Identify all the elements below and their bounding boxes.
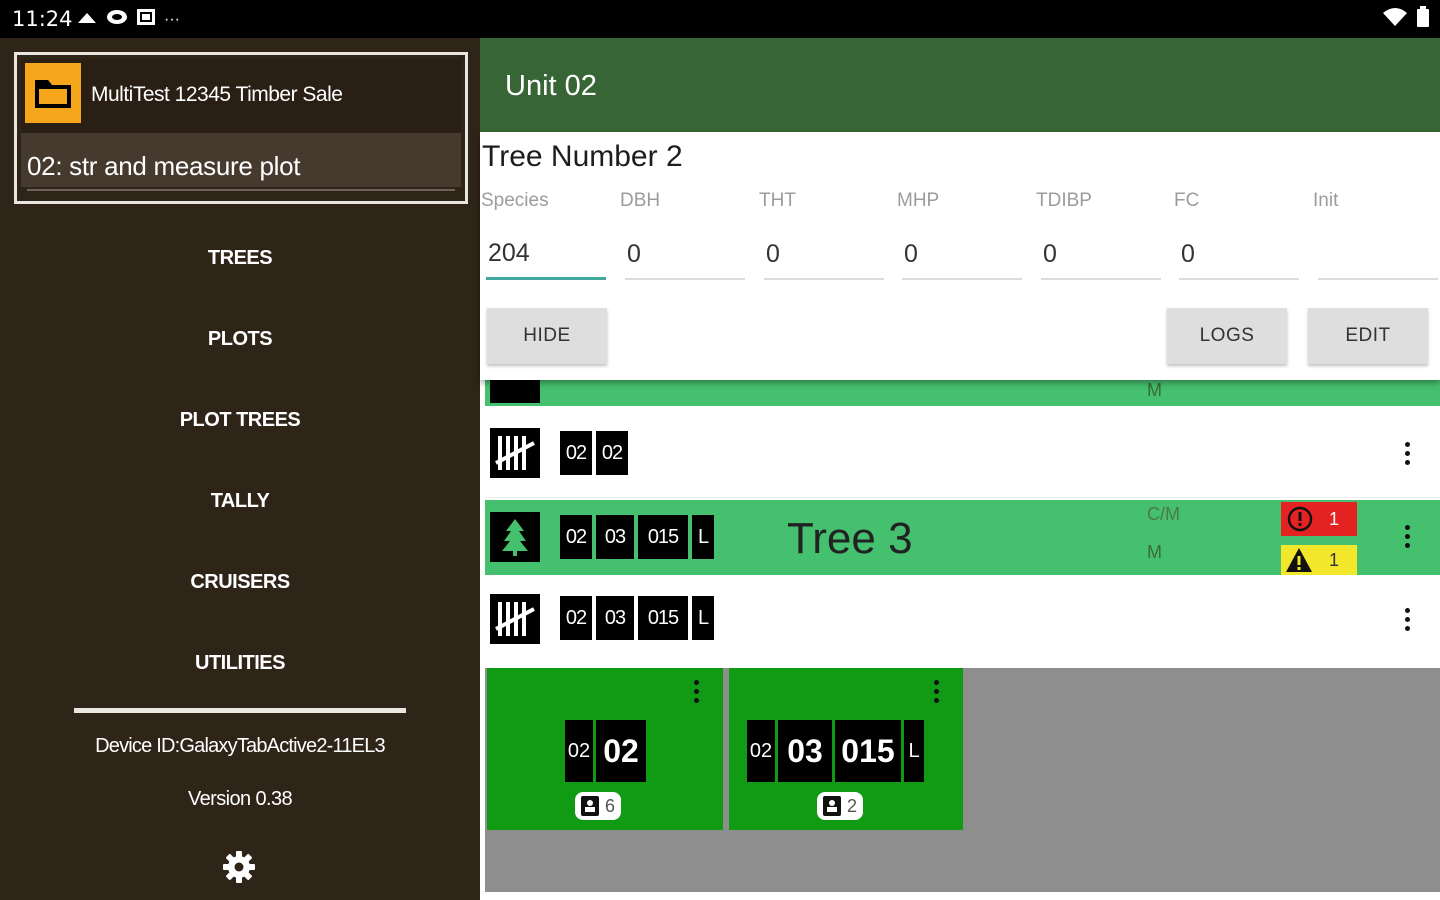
edit-button[interactable]: EDIT [1308,308,1428,364]
tdibp-field[interactable] [1041,230,1161,280]
status-time: 11:24 [12,7,73,31]
nav-plot-trees[interactable]: PLOT TREES [0,380,480,461]
badge-plot: 03 [596,596,634,640]
cruiser-count: 6 [575,792,622,820]
device-id: Device ID:GalaxyTabActive2-11EL3 [95,735,386,757]
badge-sample-group: 015 [835,720,901,782]
tally-card[interactable]: 02 03 015 L 2 [729,668,963,830]
label-fc: FC [1174,190,1200,211]
species-field[interactable] [486,230,606,280]
tht-field[interactable] [764,230,884,280]
badge-sample-group: 015 [638,596,688,640]
settings-gear-icon[interactable] [220,848,258,886]
badge-stratum: 02 [560,515,592,559]
label-init: Init [1313,190,1339,211]
badge-plot: 02 [596,720,646,782]
more-notifications-icon: ··· [164,11,180,28]
status-bar: 11:24 ··· [0,0,1440,38]
drawer-divider [74,708,406,713]
cast-icon [106,8,128,32]
row-menu-kebab-icon[interactable] [1402,525,1412,548]
badge-plot: 03 [596,515,634,559]
app-bar: Unit 02 [480,38,1440,132]
row-meta: M [1147,380,1162,400]
battery-icon [1416,6,1430,33]
label-species: Species [481,190,549,211]
badge-stratum: 02 [565,720,593,782]
badge-plot: 03 [778,720,832,782]
badge-plot: 02 [596,431,628,475]
list-item-tally[interactable]: 02 03 015 L [485,585,1440,665]
badge-livedead: L [904,720,924,782]
person-icon [823,796,841,816]
error-icon [1287,506,1313,532]
badge-stratum: 02 [560,431,592,475]
card-menu-kebab-icon[interactable] [691,680,701,703]
nav-plots[interactable]: PLOTS [0,299,480,380]
drawer-nav: TREES PLOTS PLOT TREES TALLY CRUISERS UT… [0,218,480,704]
tally-card[interactable]: 02 02 6 [487,668,723,830]
tree-edit-panel: Tree Number 2 Species DBH THT MHP TDIBP … [480,132,1440,380]
fc-field[interactable] [1179,230,1299,280]
tally-icon [490,594,540,644]
person-icon [581,796,599,816]
cloud-icon [76,9,98,31]
row-meta-top: C/M [1147,504,1180,524]
row-meta-bottom: M [1147,542,1162,562]
error-count: 1 [1329,508,1340,529]
tally-icon [490,428,540,478]
error-badge: 1 [1281,502,1357,536]
nav-cruisers[interactable]: CRUISERS [0,542,480,623]
row-menu-kebab-icon[interactable] [1402,442,1412,465]
tally-cards-area: 02 02 6 02 03 015 L 2 [485,668,1440,892]
tree-number-title: Tree Number 2 [482,140,683,173]
folder-icon [25,63,81,123]
mhp-field[interactable] [902,230,1022,280]
init-field[interactable] [1318,230,1438,280]
sale-name: MultiTest 12345 Timber Sale [91,83,343,106]
label-tht: THT [759,190,796,211]
page-title: Unit 02 [505,70,597,102]
logs-button[interactable]: LOGS [1167,308,1287,364]
warning-count: 1 [1329,549,1340,570]
main-content: Unit 02 M 02 02 02 03 015 L Tree 3 C/M M… [480,38,1440,900]
tree-title: Tree 3 [787,514,913,563]
badge-stratum: 02 [747,720,775,782]
plot-name: 02: str and measure plot [27,151,301,181]
badge-livedead: L [692,515,714,559]
hide-button[interactable]: HIDE [487,308,607,364]
warning-icon [1286,548,1312,572]
gallery-icon [136,8,156,32]
nav-tally[interactable]: TALLY [0,461,480,542]
list-item-tally[interactable]: 02 02 [485,418,1440,498]
card-menu-kebab-icon[interactable] [931,680,941,703]
navigation-drawer: MultiTest 12345 Timber Sale 02: str and … [0,38,480,900]
tree-icon [490,512,540,562]
warning-badge: 1 [1281,545,1357,575]
list-item-tree-3[interactable]: 02 03 015 L Tree 3 C/M M 1 1 [485,500,1440,575]
label-dbh: DBH [620,190,661,211]
sale-plot-header[interactable]: MultiTest 12345 Timber Sale 02: str and … [14,52,468,204]
tree-list[interactable]: M 02 02 02 03 015 L Tree 3 C/M M 1 1 02 … [480,350,1440,668]
row-menu-kebab-icon[interactable] [1402,608,1412,631]
nav-utilities[interactable]: UTILITIES [0,623,480,704]
label-tdibp: TDIBP [1036,190,1092,211]
nav-trees[interactable]: TREES [0,218,480,299]
badge-livedead: L [692,596,714,640]
wifi-icon [1382,7,1408,32]
cruiser-count: 2 [817,792,864,820]
plot-selector[interactable]: 02: str and measure plot [21,133,461,191]
app-version: Version 0.38 [188,788,293,810]
dbh-field[interactable] [625,230,745,280]
label-mhp: MHP [897,190,940,211]
badge-stratum: 02 [560,596,592,640]
badge-sample-group: 015 [638,515,688,559]
